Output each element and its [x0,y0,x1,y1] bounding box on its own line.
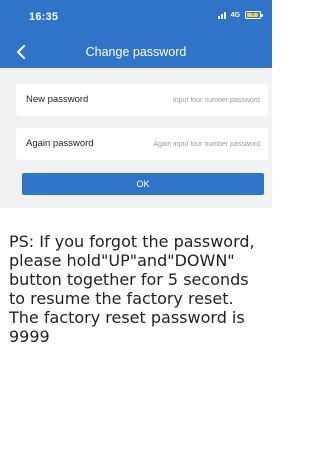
reset-instructions: PS: If you forgot the password, please h… [9,232,272,346]
note-line: The factory reset password is [9,308,245,327]
note-line: PS: If you forgot the password, [9,232,255,251]
header-bar: 16:35 4G ⚡ Change password [0,0,272,68]
status-time: 16:35 [29,11,59,23]
new-password-input[interactable] [110,84,268,116]
battery-charging-icon: ⚡ [245,10,263,19]
signal-bars-icon [217,11,226,19]
again-password-label: Again password [26,138,94,149]
again-password-input[interactable] [110,128,268,160]
note-line: 9999 [9,327,50,346]
note-line: please hold"UP"and"DOWN" [9,251,235,270]
again-password-row: Again password [16,128,268,160]
status-bar: 16:35 4G ⚡ [0,0,272,36]
new-password-label: New password [26,94,89,105]
new-password-row: New password [16,84,268,116]
status-indicators: 4G ⚡ [217,10,263,19]
change-password-screen: 16:35 4G ⚡ Change password New password … [0,0,272,475]
page-title: Change password [85,45,187,59]
nav-bar: Change password [0,36,272,68]
network-type: 4G [230,11,240,19]
note-line: to resume the factory reset. [9,289,234,308]
note-line: button together for 5 seconds [9,270,249,289]
ok-button[interactable]: OK [22,173,264,195]
password-form: New password Again password OK [0,68,272,208]
